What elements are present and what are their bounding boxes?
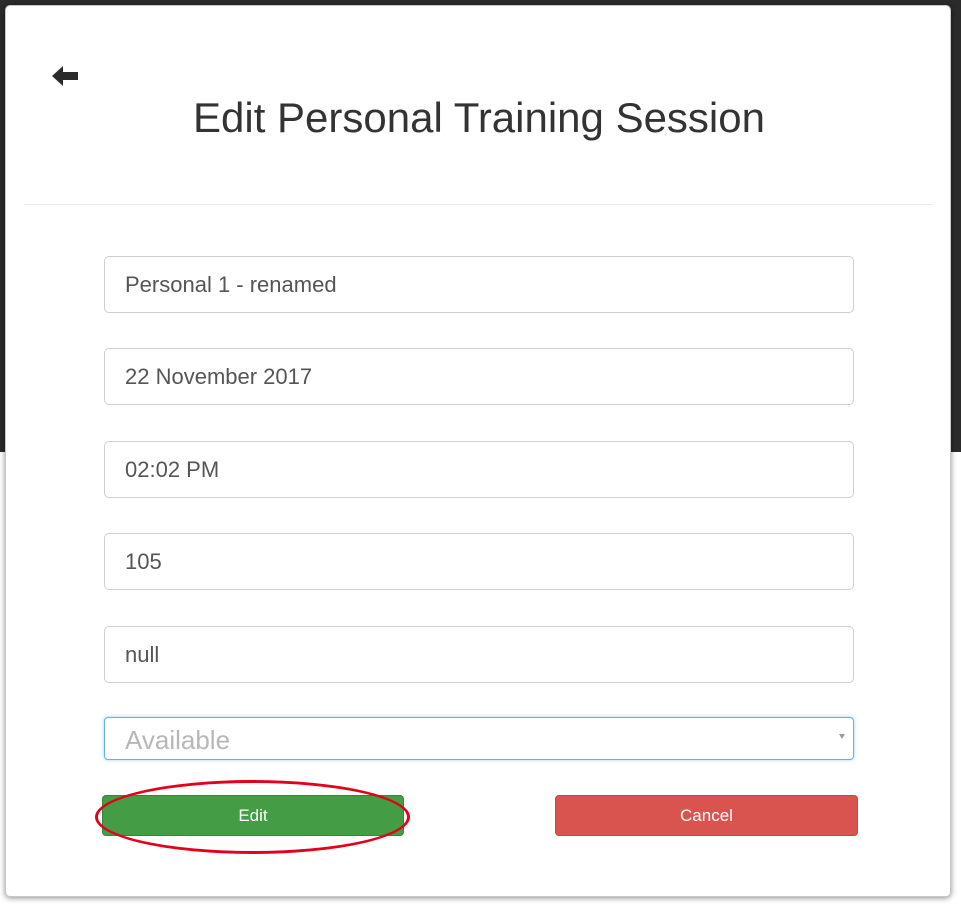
session-time-input[interactable] bbox=[104, 441, 854, 498]
header-divider bbox=[25, 204, 933, 205]
status-select-value: Available bbox=[125, 725, 231, 755]
cancel-button[interactable]: Cancel bbox=[555, 795, 858, 836]
edit-session-modal: Edit Personal Training Session Available… bbox=[5, 5, 951, 897]
session-name-input[interactable] bbox=[104, 256, 854, 313]
page-title: Edit Personal Training Session bbox=[193, 94, 765, 141]
caret-down-icon bbox=[839, 734, 845, 739]
session-extra-input[interactable] bbox=[104, 626, 854, 683]
status-select[interactable]: Available bbox=[104, 717, 854, 760]
arrow-left-icon[interactable] bbox=[50, 65, 80, 87]
session-date-input[interactable] bbox=[104, 348, 854, 405]
edit-button[interactable]: Edit bbox=[102, 795, 404, 836]
session-capacity-input[interactable] bbox=[104, 533, 854, 590]
